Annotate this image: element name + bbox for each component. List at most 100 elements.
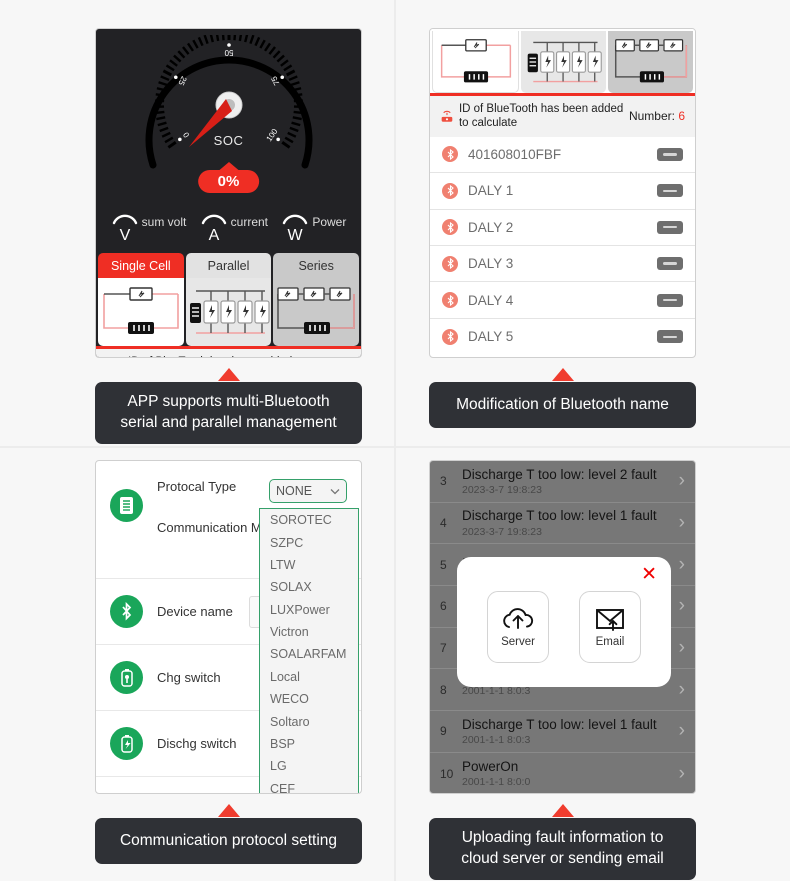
table-row[interactable]: 10 PowerOn 2001-1-1 8:0:0 › bbox=[430, 753, 695, 793]
phone-screen-dashboard: 0 25 50 75 100 SOC 0% V sum volt A curre… bbox=[95, 28, 362, 358]
dropdown-option[interactable]: Victron bbox=[260, 621, 358, 643]
bluetooth-router-icon-2 bbox=[441, 111, 453, 123]
volt-icon: V bbox=[112, 214, 137, 243]
chevron-right-icon[interactable]: › bbox=[673, 720, 685, 742]
server-upload-button[interactable]: Server bbox=[487, 591, 549, 663]
discharge-switch-label: Dischg switch bbox=[157, 736, 237, 751]
svg-text:V: V bbox=[119, 227, 130, 243]
fault-index: 10 bbox=[440, 766, 454, 781]
edit-device-button[interactable] bbox=[657, 293, 683, 307]
chevron-right-icon[interactable]: › bbox=[673, 637, 685, 659]
fault-time: 2001-1-1 8:0:3 bbox=[462, 734, 531, 747]
dropdown-option[interactable]: BSP bbox=[260, 733, 358, 755]
soc-percent-badge: 0% bbox=[197, 170, 260, 193]
edit-device-button[interactable] bbox=[657, 257, 683, 271]
chevron-right-icon[interactable]: › bbox=[673, 512, 685, 534]
chevron-right-icon[interactable]: › bbox=[673, 679, 685, 701]
count-value-2: 6 bbox=[678, 109, 685, 124]
close-icon[interactable]: ✕ bbox=[641, 565, 657, 584]
email-button-label: Email bbox=[595, 636, 625, 648]
svg-text:A: A bbox=[208, 227, 219, 243]
dropdown-option[interactable]: LTW bbox=[260, 554, 358, 576]
protocol-dropdown[interactable]: SOROTEC SZPC LTW SOLAX LUXPower Victron … bbox=[259, 508, 359, 793]
tab-single-cell[interactable]: Single Cell bbox=[98, 253, 184, 278]
device-name: 401608010FBF bbox=[468, 146, 562, 162]
circuit-parallel-2 bbox=[521, 31, 606, 93]
svg-text:50: 50 bbox=[224, 48, 233, 57]
button-dash-icon bbox=[663, 262, 677, 265]
button-dash-icon bbox=[663, 225, 677, 229]
fault-content: Discharge T too low: level 2 fault 2023-… bbox=[462, 467, 673, 497]
button-dash-icon bbox=[663, 335, 677, 339]
edit-device-button[interactable] bbox=[657, 330, 683, 344]
dropdown-option[interactable]: CEF bbox=[260, 778, 358, 793]
metric-label-power: Power bbox=[312, 215, 347, 229]
list-item[interactable]: DALY 2 bbox=[430, 210, 695, 246]
list-item[interactable]: DALY 4 bbox=[430, 282, 695, 319]
dropdown-option[interactable]: LUXPower bbox=[260, 599, 358, 621]
mode-tabs[interactable]: Single Cell Parallel Series bbox=[96, 253, 361, 278]
circuit-series bbox=[273, 278, 360, 346]
metrics-row: V sum volt A current W Power bbox=[96, 207, 361, 253]
fault-index: 8 bbox=[440, 682, 447, 697]
metric-label-sum-volt: sum volt bbox=[141, 215, 187, 229]
edit-device-button[interactable] bbox=[657, 147, 683, 161]
dropdown-option[interactable]: LG bbox=[260, 755, 358, 777]
fault-title: Discharge T too low: level 1 fault bbox=[462, 508, 657, 524]
table-row[interactable]: 9 Discharge T too low: level 1 fault 200… bbox=[430, 711, 695, 753]
email-upload-button[interactable]: Email bbox=[579, 591, 641, 663]
button-dash-icon bbox=[663, 153, 677, 156]
phone-screen-settings: Protocal Type Communication Method NONE … bbox=[95, 460, 362, 794]
chevron-right-icon[interactable]: › bbox=[673, 470, 685, 492]
list-item[interactable]: 401608010FBF bbox=[430, 137, 695, 174]
circuit-single-cell-2 bbox=[432, 31, 519, 93]
dropdown-option[interactable]: SOROTEC bbox=[260, 509, 358, 531]
fault-time: 2023-3-7 19:8:23 bbox=[462, 484, 542, 497]
fault-content: Discharge T too low: level 1 fault 2023-… bbox=[462, 508, 673, 538]
fault-title: Discharge T too low: level 1 fault bbox=[462, 716, 657, 732]
dropdown-option[interactable]: WECO bbox=[260, 688, 358, 710]
list-item[interactable]: DALY 1 bbox=[430, 173, 695, 210]
dropdown-option[interactable]: SOALARFAM bbox=[260, 643, 358, 665]
caption-text-2: Modification of Bluetooth name bbox=[429, 382, 696, 428]
fault-content: Discharge T too low: level 1 fault 2001-… bbox=[462, 717, 673, 747]
bluetooth-icon bbox=[442, 182, 458, 199]
circuit-parallel bbox=[185, 278, 272, 346]
tab-parallel[interactable]: Parallel bbox=[185, 253, 272, 278]
bluetooth-icon bbox=[442, 146, 458, 163]
chevron-down-icon bbox=[330, 488, 340, 494]
single-cell-circuit-icon bbox=[103, 287, 179, 334]
circuit-series-2 bbox=[608, 31, 693, 93]
protocol-block: Protocal Type Communication Method NONE … bbox=[96, 461, 361, 793]
metric-power: W Power bbox=[281, 211, 346, 243]
edit-device-button[interactable] bbox=[657, 184, 683, 198]
protocol-select-button[interactable]: NONE bbox=[269, 479, 347, 503]
list-item[interactable]: DALY 5 bbox=[430, 319, 695, 355]
parallel-circuit-icon bbox=[189, 290, 270, 334]
table-row[interactable]: 3 Discharge T too low: level 2 fault 202… bbox=[430, 461, 695, 503]
chevron-right-icon[interactable]: › bbox=[673, 763, 685, 785]
bluetooth-device-list: 401608010FBF DALY 1 DALY 2 DALY 3 DALY 4 bbox=[430, 137, 695, 355]
phone-screen-bluetooth-list: ID of BlueTooth has been added to calcul… bbox=[429, 28, 696, 358]
dropdown-option[interactable]: SOLAX bbox=[260, 576, 358, 598]
caption-pointer-1 bbox=[217, 368, 240, 381]
current-icon: A bbox=[201, 214, 226, 243]
chevron-right-icon[interactable]: › bbox=[673, 554, 685, 576]
series-circuit-icon bbox=[277, 287, 355, 334]
metric-label-current: current bbox=[230, 215, 269, 229]
dropdown-option[interactable]: SZPC bbox=[260, 531, 358, 553]
soc-gauge: 0 25 50 75 100 SOC 0% bbox=[96, 29, 361, 207]
metric-sum-volt: V sum volt bbox=[111, 211, 187, 243]
chevron-right-icon[interactable]: › bbox=[673, 595, 685, 617]
fault-index: 4 bbox=[440, 516, 447, 531]
list-item[interactable]: DALY 3 bbox=[430, 246, 695, 283]
table-row[interactable]: 4 Discharge T too low: level 1 fault 202… bbox=[430, 503, 695, 545]
device-name: DALY 1 bbox=[468, 183, 514, 199]
dropdown-option[interactable]: Local bbox=[260, 666, 358, 688]
device-name: DALY 4 bbox=[468, 292, 514, 308]
bluetooth-count-2: Number: 6 bbox=[629, 109, 685, 123]
dropdown-option[interactable]: Soltaro bbox=[260, 710, 358, 732]
modal-button-row: Server Email bbox=[457, 557, 671, 663]
tab-series[interactable]: Series bbox=[273, 253, 360, 278]
edit-device-button[interactable] bbox=[657, 220, 683, 234]
